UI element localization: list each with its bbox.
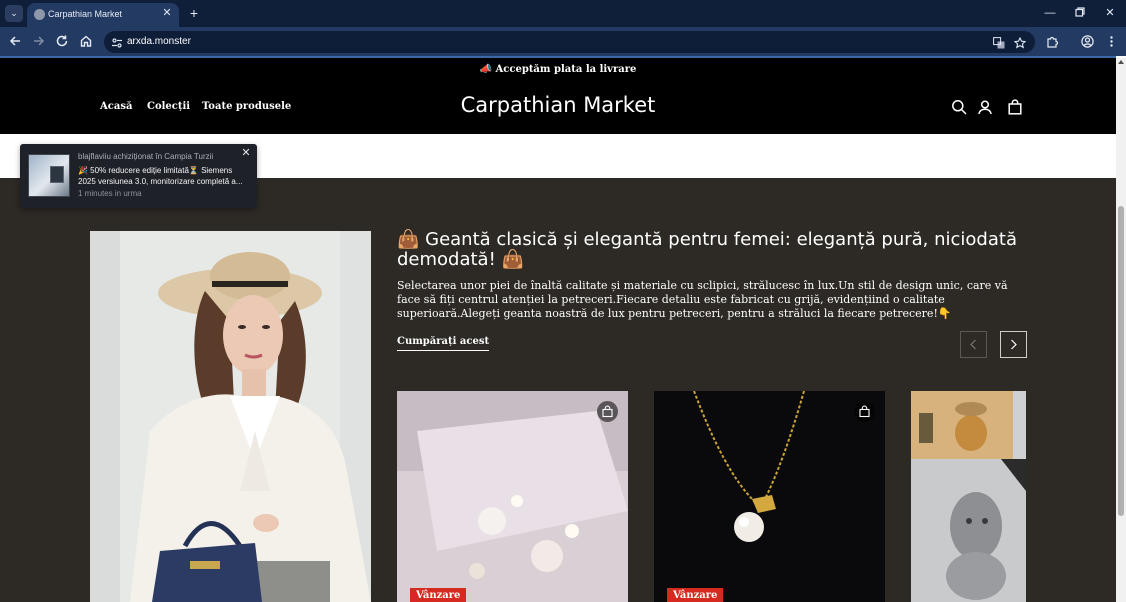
account-icon[interactable] xyxy=(977,99,993,115)
scrollbar-thumb[interactable] xyxy=(1118,206,1124,516)
tab-title: Carpathian Market xyxy=(48,9,123,19)
profile-icon[interactable] xyxy=(1081,35,1094,48)
quick-add-bag-icon[interactable] xyxy=(854,401,875,422)
address-bar[interactable]: arxda.monster xyxy=(104,31,1035,53)
browser-toolbar: arxda.monster xyxy=(0,27,1126,56)
shop-this-link[interactable]: Cumpărați acest xyxy=(397,336,490,351)
browser-menu-kebab-icon[interactable] xyxy=(1105,35,1118,48)
product-image xyxy=(654,391,885,602)
tab-search-chevron-icon[interactable]: ⌄ xyxy=(5,5,23,22)
carousel-prev-button[interactable] xyxy=(960,331,987,358)
favicon-icon xyxy=(34,9,45,20)
product-card-dog-pendant[interactable] xyxy=(911,391,1026,602)
site-header: Acasă Colecții Toate produsele Carpathia… xyxy=(0,82,1116,134)
toast-timestamp: 1 minutes in urma xyxy=(78,189,142,198)
back-arrow-icon[interactable] xyxy=(8,34,22,48)
page-scrollbar[interactable] xyxy=(1116,58,1126,602)
bookmark-star-icon[interactable] xyxy=(1013,36,1027,49)
announcement-bar: 📣 Acceptăm plata la livrare xyxy=(0,58,1116,82)
sale-badge: Vânzare xyxy=(667,588,724,602)
site-logo[interactable]: Carpathian Market xyxy=(0,93,1116,117)
browser-tab[interactable]: Carpathian Market ✕ xyxy=(27,3,179,27)
toast-header: blajflaviiu achiziționat în Campia Turzi… xyxy=(78,152,214,161)
product-image xyxy=(397,391,628,602)
quick-add-bag-icon[interactable] xyxy=(597,401,618,422)
browser-tab-strip: ⌄ Carpathian Market ✕ + — ✕ xyxy=(0,0,1126,27)
feature-description: Selectarea unor piei de înaltă calitate … xyxy=(397,279,1008,320)
purchase-notification-toast[interactable]: blajflaviiu achiziționat în Campia Turzi… xyxy=(20,144,257,208)
translate-icon[interactable] xyxy=(993,36,1005,49)
extensions-puzzle-icon[interactable] xyxy=(1046,35,1059,48)
scroll-up-arrow-icon[interactable] xyxy=(1118,60,1124,64)
window-close-icon[interactable]: ✕ xyxy=(1103,6,1117,20)
search-icon[interactable] xyxy=(951,99,967,115)
forward-arrow-icon[interactable] xyxy=(32,34,46,48)
featured-collection-section: 👜 Geantă clasică și elegantă pentru feme… xyxy=(0,178,1116,602)
toast-close-icon[interactable]: ✕ xyxy=(240,147,252,159)
home-icon[interactable] xyxy=(79,34,93,48)
device-image xyxy=(50,166,64,183)
minimize-icon[interactable]: — xyxy=(1043,6,1057,20)
product-image xyxy=(911,391,1026,602)
new-tab-plus-icon[interactable]: + xyxy=(186,5,202,21)
hero-model-image[interactable] xyxy=(90,231,371,602)
carousel-next-button[interactable] xyxy=(1000,331,1027,358)
page-viewport: 📣 Acceptăm plata la livrare Acasă Colecț… xyxy=(0,58,1116,602)
tab-close-icon[interactable]: ✕ xyxy=(160,6,174,20)
toast-body: 🎉 50% reducere ediție limitată⏳ Siemens … xyxy=(78,166,243,186)
product-card-necklace[interactable]: Vânzare xyxy=(654,391,885,602)
restore-icon[interactable] xyxy=(1073,6,1087,20)
site-settings-icon[interactable] xyxy=(111,36,123,48)
reload-icon[interactable] xyxy=(55,34,69,48)
cart-bag-icon[interactable] xyxy=(1007,99,1023,115)
sale-badge: Vânzare xyxy=(410,588,467,602)
feature-title: 👜 Geantă clasică și elegantă pentru feme… xyxy=(397,229,1017,270)
product-card-earrings[interactable]: Vânzare xyxy=(397,391,628,602)
toast-product-thumbnail xyxy=(28,154,70,197)
url-text: arxda.monster xyxy=(127,36,191,47)
